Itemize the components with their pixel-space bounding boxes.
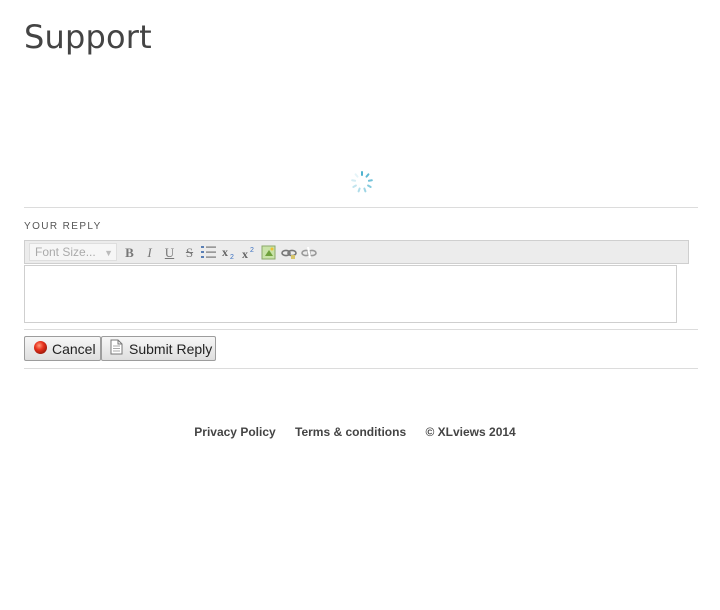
svg-text:x: x bbox=[222, 245, 228, 259]
privacy-policy-link[interactable]: Privacy Policy bbox=[194, 425, 275, 439]
numbered-list-button[interactable] bbox=[200, 244, 217, 261]
submit-reply-label: Submit Reply bbox=[129, 341, 213, 357]
svg-text:x: x bbox=[242, 247, 248, 260]
your-reply-label: YOUR REPLY bbox=[24, 221, 102, 232]
copyright: © XLviews 2014 bbox=[425, 425, 516, 439]
reply-textarea[interactable] bbox=[24, 265, 677, 323]
remove-link-button[interactable] bbox=[300, 244, 317, 261]
italic-button[interactable]: I bbox=[141, 244, 158, 261]
divider bbox=[24, 368, 698, 369]
svg-text:2: 2 bbox=[230, 254, 234, 260]
cancel-icon bbox=[34, 341, 47, 354]
submit-reply-button[interactable]: Submit Reply bbox=[101, 336, 216, 361]
cancel-label: Cancel bbox=[52, 341, 96, 357]
document-icon bbox=[110, 339, 123, 355]
superscript-icon: x 2 bbox=[242, 247, 254, 260]
terms-link[interactable]: Terms & conditions bbox=[295, 425, 406, 439]
underline-button[interactable]: U bbox=[161, 244, 178, 261]
subscript-icon: x 2 bbox=[222, 245, 234, 260]
subscript-button[interactable]: x 2 bbox=[220, 244, 237, 261]
divider bbox=[24, 329, 698, 330]
insert-image-button[interactable] bbox=[260, 244, 277, 261]
numbered-list-icon bbox=[201, 246, 216, 258]
insert-link-button[interactable] bbox=[280, 244, 297, 261]
strikethrough-button[interactable]: S bbox=[181, 244, 198, 261]
image-icon bbox=[261, 245, 275, 260]
page-title: Support bbox=[24, 18, 152, 56]
link-icon bbox=[280, 249, 297, 259]
loading-spinner-icon bbox=[351, 171, 373, 193]
svg-text:2: 2 bbox=[250, 247, 254, 254]
superscript-button[interactable]: x 2 bbox=[240, 244, 257, 261]
bold-button[interactable]: B bbox=[121, 244, 138, 261]
unlink-icon bbox=[300, 246, 317, 259]
cancel-button[interactable]: Cancel bbox=[24, 336, 101, 361]
footer: Privacy Policy Terms & conditions © XLvi… bbox=[0, 425, 710, 439]
editor-toolbar: Font Size... ▼ B I U S x 2 x 2 bbox=[24, 240, 689, 264]
font-size-placeholder: Font Size... bbox=[35, 245, 96, 259]
divider bbox=[24, 207, 698, 208]
chevron-down-icon: ▼ bbox=[104, 248, 113, 258]
font-size-select[interactable]: Font Size... ▼ bbox=[29, 243, 117, 261]
